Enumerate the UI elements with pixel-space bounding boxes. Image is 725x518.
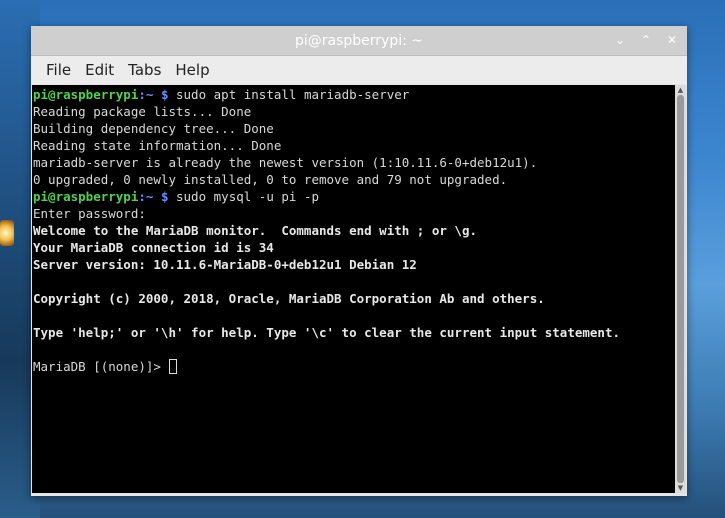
output-line: Building dependency tree... Done — [33, 121, 274, 136]
scroll-thumb[interactable] — [677, 95, 684, 483]
maximize-button[interactable]: ⌃ — [637, 31, 655, 49]
terminal-window: pi@raspberrypi: ~ ⌄ ⌃ ✕ File Edit Tabs H… — [31, 26, 687, 496]
mariadb-prompt: MariaDB [(none)]> — [33, 359, 169, 374]
text-cursor — [169, 359, 178, 374]
prompt-path: :~ — [138, 87, 154, 102]
output-line: Reading package lists... Done — [33, 104, 252, 119]
output-line: mariadb-server is already the newest ver… — [33, 155, 538, 170]
output-line: Reading state information... Done — [33, 138, 282, 153]
command-line-2: pi@raspberrypi:~ $ sudo mysql -u pi -p — [33, 188, 675, 205]
prompt-dollar: $ — [153, 189, 169, 204]
menu-tabs[interactable]: Tabs — [121, 61, 168, 79]
prompt-dollar: $ — [153, 87, 169, 102]
mariadb-prompt-line[interactable]: MariaDB [(none)]> — [33, 358, 675, 375]
command-text: sudo apt install mariadb-server — [168, 87, 410, 102]
prompt-path: :~ — [138, 189, 154, 204]
output-line: Your MariaDB connection id is 34 — [33, 240, 274, 255]
output-line: Enter password: — [33, 206, 146, 221]
scroll-up-icon[interactable]: ▲ — [676, 86, 685, 94]
menu-help[interactable]: Help — [168, 61, 216, 79]
vertical-scrollbar[interactable]: ▲ ▼ — [675, 85, 686, 493]
window-title: pi@raspberrypi: ~ — [294, 32, 424, 49]
output-line: 0 upgraded, 0 newly installed, 0 to remo… — [33, 172, 508, 187]
window-controls: ⌄ ⌃ ✕ — [611, 31, 681, 49]
menu-edit[interactable]: Edit — [78, 61, 121, 79]
menu-bar: File Edit Tabs Help — [31, 56, 687, 84]
command-line-1: pi@raspberrypi:~ $ sudo apt install mari… — [33, 86, 675, 103]
lantern-image — [0, 220, 14, 246]
prompt-user: pi@raspberrypi — [33, 87, 139, 102]
command-text: sudo mysql -u pi -p — [168, 189, 319, 204]
output-line: Copyright (c) 2000, 2018, Oracle, MariaD… — [33, 291, 545, 306]
output-line: Welcome to the MariaDB monitor. Commands… — [33, 223, 478, 238]
scroll-down-icon[interactable]: ▼ — [676, 484, 685, 492]
close-button[interactable]: ✕ — [663, 31, 681, 49]
output-line: Server version: 10.11.6-MariaDB-0+deb12u… — [33, 257, 417, 272]
terminal-output: pi@raspberrypi:~ $ sudo apt install mari… — [32, 85, 675, 375]
terminal-area[interactable]: pi@raspberrypi:~ $ sudo apt install mari… — [32, 85, 675, 493]
minimize-button[interactable]: ⌄ — [611, 31, 629, 49]
menu-file[interactable]: File — [39, 61, 78, 79]
output-line: Type 'help;' or '\h' for help. Type '\c'… — [33, 325, 620, 340]
prompt-user: pi@raspberrypi — [33, 189, 139, 204]
title-bar[interactable]: pi@raspberrypi: ~ ⌄ ⌃ ✕ — [31, 26, 687, 56]
